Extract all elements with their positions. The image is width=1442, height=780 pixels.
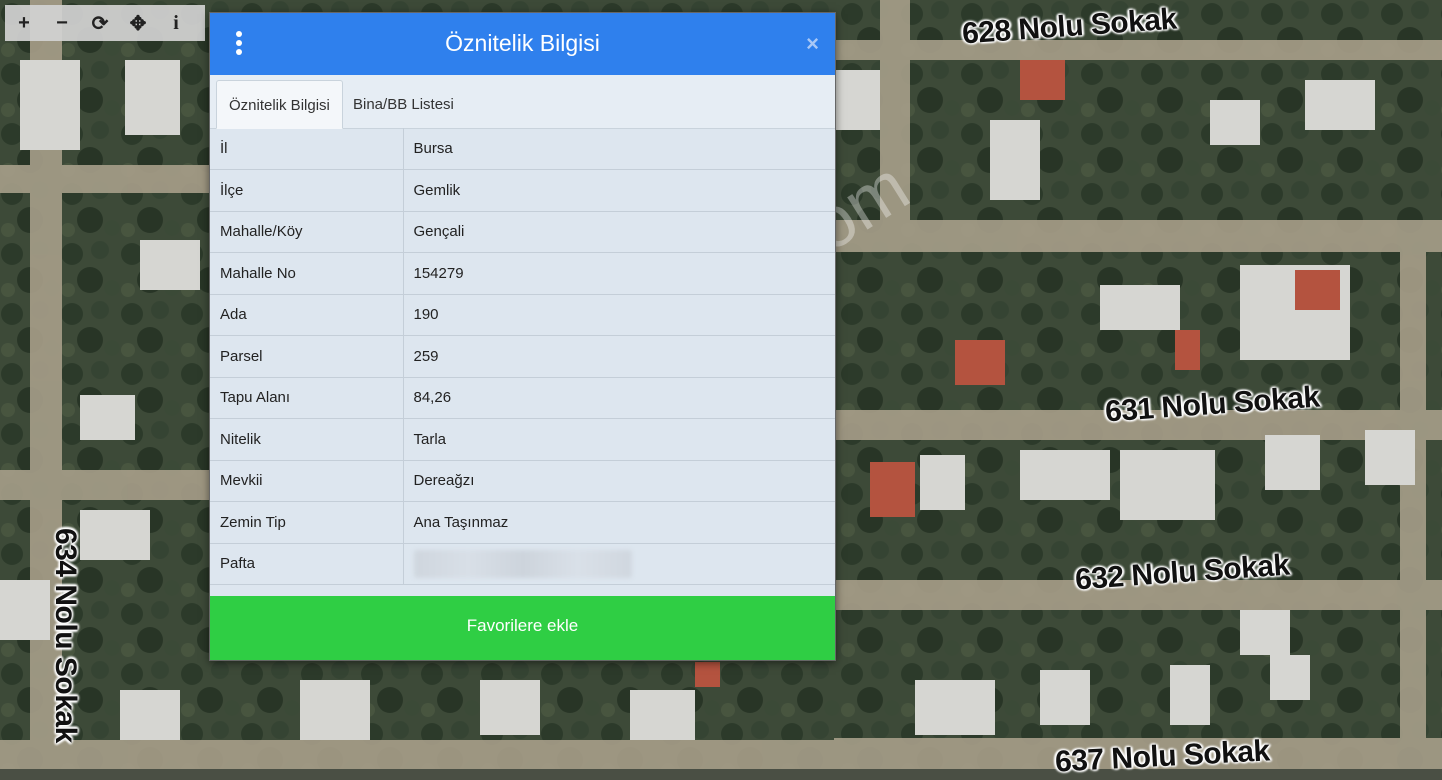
row-key: Ada [210,294,404,336]
zoom-in-icon[interactable]: + [5,5,43,41]
table-row: Mevkii Dereağzı [210,460,835,502]
dialog-tabs: Öznitelik Bilgisi Bina/BB Listesi [210,75,835,129]
row-value: Dereağzı [403,460,835,502]
redacted-value [413,549,632,578]
row-value: Gençali [403,211,835,253]
row-key: İlçe [210,169,404,212]
row-key: Pafta [210,543,404,585]
table-row: İlçe Gemlik [210,169,835,212]
table-row: Pafta [210,543,835,585]
attribute-dialog: Öznitelik Bilgisi × Öznitelik Bilgisi Bi… [209,12,836,661]
row-key: Parsel [210,335,404,378]
table-row: Mahalle No 154279 [210,252,835,295]
table-row: Tapu Alanı 84,26 [210,377,835,419]
map-toolbar: + − ⟳ ✥ i [5,5,205,41]
table-row: Parsel 259 [210,335,835,378]
row-value: Ana Taşınmaz [403,501,835,544]
row-value: Gemlik [403,169,835,212]
row-key: İl [210,128,404,170]
row-value: 84,26 [403,377,835,419]
row-value [403,543,835,585]
row-key: Mahalle/Köy [210,211,404,253]
table-row: Ada 190 [210,294,835,336]
row-key: Tapu Alanı [210,377,404,419]
row-key: Mevkii [210,460,404,502]
row-value: Bursa [403,128,835,170]
info-icon[interactable]: i [157,5,195,41]
row-value: Tarla [403,418,835,461]
dialog-header: Öznitelik Bilgisi × [210,13,835,75]
tab-building-list[interactable]: Bina/BB Listesi [341,80,466,128]
add-to-favorites-button[interactable]: Favorilere ekle [210,596,835,660]
row-value: 154279 [403,252,835,295]
dialog-title: Öznitelik Bilgisi [445,30,600,56]
row-value: 190 [403,294,835,336]
close-icon[interactable]: × [806,31,819,57]
zoom-out-icon[interactable]: − [43,5,81,41]
row-key: Mahalle No [210,252,404,295]
locate-icon[interactable]: ✥ [119,5,157,41]
refresh-icon[interactable]: ⟳ [81,5,119,41]
row-value: 259 [403,335,835,378]
row-key: Nitelik [210,418,404,461]
table-row: İl Bursa [210,128,835,170]
attribute-table: İl Bursa İlçe Gemlik Mahalle/Köy Gençali… [210,128,835,585]
row-key: Zemin Tip [210,501,404,544]
street-label-634: 634 Nolu Sokak [49,528,82,743]
table-row: Nitelik Tarla [210,418,835,461]
tab-attributes[interactable]: Öznitelik Bilgisi [216,80,343,129]
table-row: Mahalle/Köy Gençali [210,211,835,253]
table-row: Zemin Tip Ana Taşınmaz [210,501,835,544]
